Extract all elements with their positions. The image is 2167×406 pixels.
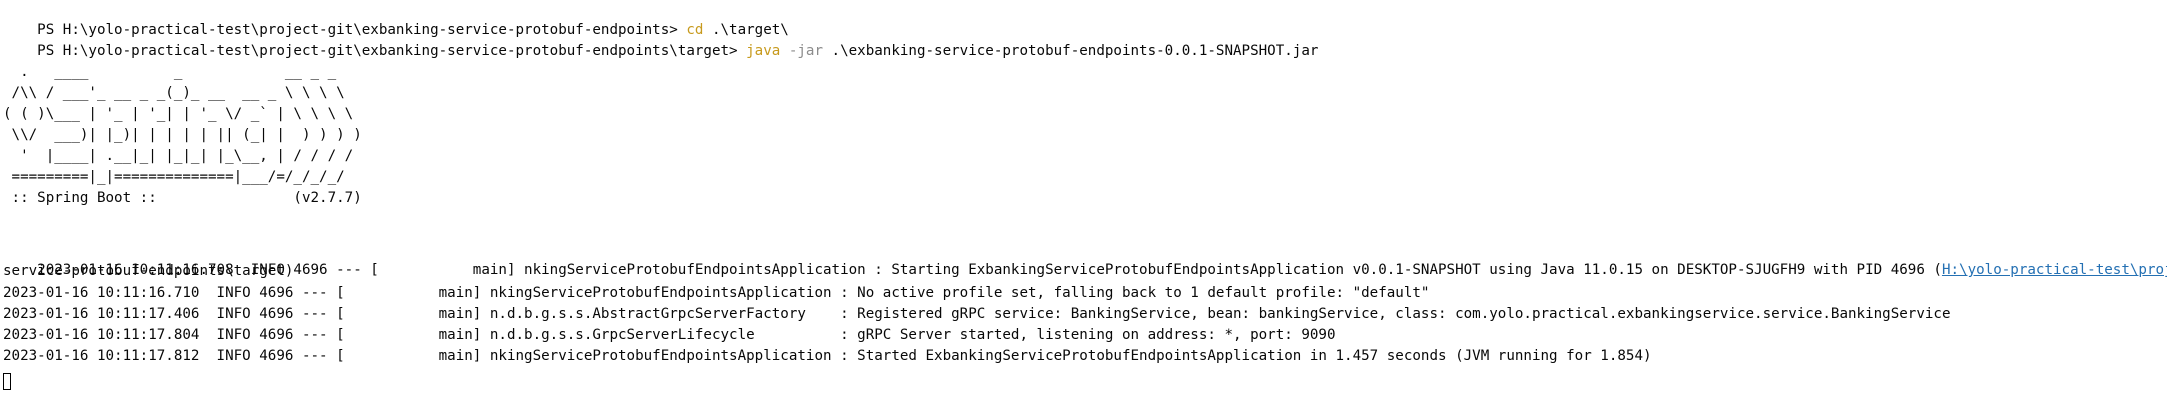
banner-line: . ____ _ __ _ _ (3, 64, 337, 80)
file-path-link[interactable]: H:\yolo-practical-test\project-git\exban… (1942, 262, 2167, 278)
command-args: .\exbanking-service-protobuf-endpoints-0… (823, 43, 1319, 59)
text-cursor (3, 373, 11, 390)
log-line: 2023-01-16 10:11:17.804 INFO 4696 --- [ … (3, 327, 1336, 343)
command-name: java (746, 43, 781, 59)
banner-line: ' |____| .__|_| |_|_| |_\__, | / / / / (3, 148, 354, 164)
log-line: 2023-01-16 10:11:17.406 INFO 4696 --- [ … (3, 306, 1951, 322)
prompt: PS H:\yolo-practical-test\project-git\ex… (37, 43, 747, 59)
terminal-output[interactable]: PS H:\yolo-practical-test\project-git\ex… (0, 0, 2167, 406)
log-line: 2023-01-16 10:11:17.812 INFO 4696 --- [ … (3, 348, 1652, 364)
log-line: 2023-01-16 10:11:16.708 INFO 4696 --- [ … (3, 240, 2167, 278)
command-line-java: PS H:\yolo-practical-test\project-git\ex… (3, 21, 1318, 59)
log-line: 2023-01-16 10:11:16.710 INFO 4696 --- [ … (3, 285, 1430, 301)
banner-line: /\\ / ___'_ __ _ _(_)_ __ __ _ \ \ \ \ (3, 85, 345, 101)
log-line-continuation: service-protobuf-endpoints\target) (3, 263, 294, 279)
command-line-cd: PS H:\yolo-practical-test\project-git\ex… (3, 0, 789, 38)
command-flag: -jar (780, 43, 824, 59)
banner-line: =========|_|==============|___/=/_/_/_/ (3, 169, 345, 185)
log-text: 2023-01-16 10:11:16.708 INFO 4696 --- [ … (37, 262, 1942, 278)
banner-line: ( ( )\___ | '_ | '_| | '_ \/ _` | \ \ \ … (3, 106, 354, 122)
banner-version-line: :: Spring Boot :: (v2.7.7) (3, 190, 362, 206)
banner-line: \\/ ___)| |_)| | | | | || (_| | ) ) ) ) (3, 127, 362, 143)
